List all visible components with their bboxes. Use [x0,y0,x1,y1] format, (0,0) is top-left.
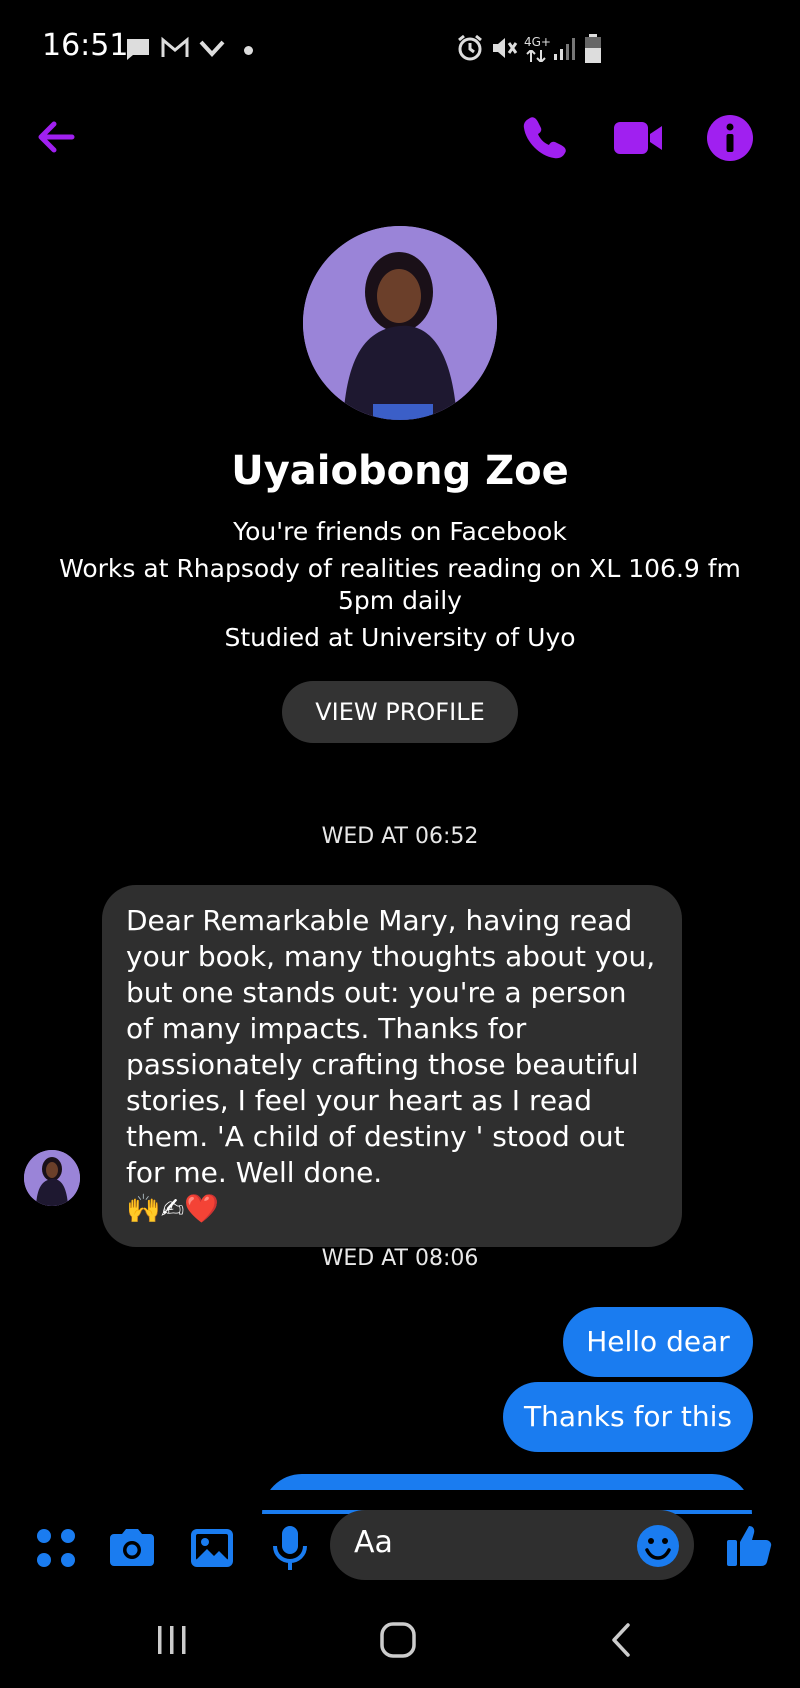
video-icon[interactable] [612,112,664,164]
incoming-message-bubble[interactable]: Dear Remarkable Mary, having read your b… [102,885,682,1247]
sender-avatar[interactable] [24,1150,80,1206]
view-profile-button[interactable]: VIEW PROFILE [282,681,518,743]
emoji-icon[interactable] [632,1520,684,1572]
home-icon[interactable] [378,1620,418,1660]
timestamp: WED AT 08:06 [321,1246,479,1271]
battery-icon [585,34,601,63]
network-4g-icon: 4G+ [524,35,551,49]
message-input-placeholder: Aa [354,1525,393,1560]
status-bar: 16:51 4G+ [0,0,800,100]
chat-bubble-icon [127,39,149,60]
data-arrows-icon [526,50,546,62]
status-time: 16:51 [42,28,129,63]
mute-icon [493,38,518,58]
message-text: Dear Remarkable Mary, having read your b… [126,904,656,1189]
outgoing-message-bubble[interactable]: Thanks for this [503,1382,753,1452]
friends-status: You're friends on Facebook [233,517,567,546]
profile-name: Uyaiobong Zoe [231,448,569,494]
composer-divider [0,1490,800,1510]
microphone-icon[interactable] [264,1522,316,1574]
profile-avatar[interactable] [303,226,497,420]
back-icon[interactable] [606,1620,636,1660]
back-arrow-icon[interactable] [32,112,82,162]
gallery-icon[interactable] [186,1522,238,1574]
signal-icon [554,38,575,60]
outgoing-message-bubble[interactable]: Hello dear [563,1307,753,1377]
timestamp: WED AT 06:52 [321,824,479,849]
camera-icon[interactable] [106,1522,158,1574]
check-icon [199,40,225,57]
phone-icon[interactable] [518,112,570,164]
info-icon[interactable] [704,112,756,164]
gmail-icon [161,36,189,57]
alarm-icon [458,34,482,61]
work-info: Works at Rhapsody of realities reading o… [59,554,741,615]
apps-icon[interactable] [30,1522,82,1574]
education-info: Studied at University of Uyo [224,623,576,652]
like-icon[interactable] [724,1518,776,1570]
message-emojis: 🙌✍❤️ [126,1192,220,1225]
dot-icon [244,46,253,55]
recents-icon[interactable] [154,1620,190,1660]
